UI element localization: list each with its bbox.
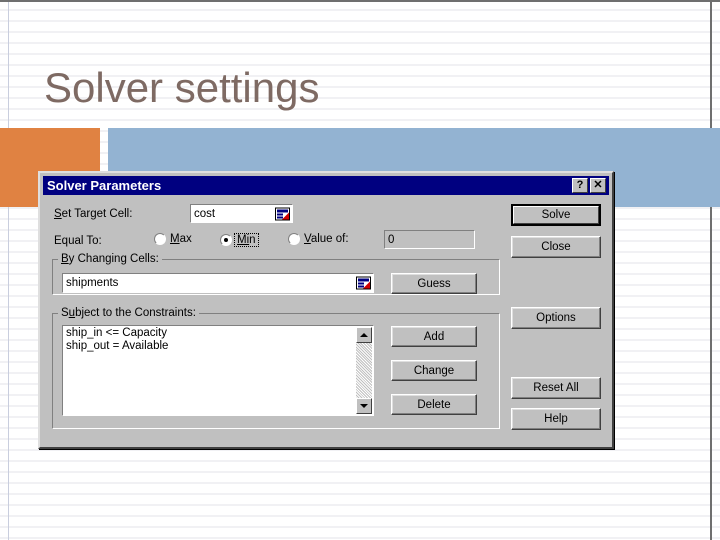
- constraints-group-label: Subject to the Constraints:: [58, 307, 199, 319]
- right-vertical-rule-top: [710, 2, 712, 128]
- equal-to-label: Equal To:: [54, 235, 102, 247]
- list-item[interactable]: ship_in <= Capacity: [66, 327, 373, 339]
- constraints-scrollbar[interactable]: [356, 327, 372, 414]
- radio-min-label: Min: [234, 233, 259, 247]
- range-selector-icon[interactable]: [275, 207, 290, 220]
- changing-cells-value: shipments: [66, 277, 119, 289]
- left-vertical-rule-bottom: [8, 207, 9, 540]
- value-of-value: 0: [388, 233, 395, 246]
- options-button-label: Options: [536, 312, 576, 324]
- value-of-input[interactable]: 0: [384, 230, 475, 249]
- radio-value-of-label: Value of:: [304, 233, 349, 245]
- top-border-rule: [0, 0, 720, 2]
- help-button[interactable]: Help: [511, 408, 601, 430]
- add-constraint-button[interactable]: Add: [391, 326, 477, 347]
- reset-all-button-label: Reset All: [533, 382, 579, 394]
- delete-button-label: Delete: [417, 398, 451, 411]
- solve-button[interactable]: Solve: [511, 204, 601, 226]
- reset-all-button[interactable]: Reset All: [511, 377, 601, 399]
- solve-button-label: Solve: [541, 209, 571, 221]
- delete-constraint-button[interactable]: Delete: [391, 394, 477, 415]
- options-button[interactable]: Options: [511, 307, 601, 329]
- changing-cells-input[interactable]: shipments: [62, 273, 374, 293]
- help-icon[interactable]: ?: [572, 178, 588, 193]
- guess-button[interactable]: Guess: [391, 273, 477, 294]
- right-vertical-rule-bottom: [710, 207, 712, 540]
- close-button-label: Close: [541, 241, 571, 253]
- triangle-down-icon[interactable]: [356, 398, 372, 414]
- left-vertical-rule-top: [8, 2, 9, 128]
- help-button-label: Help: [544, 413, 568, 425]
- triangle-up-icon[interactable]: [356, 327, 372, 343]
- radio-value-of-indicator[interactable]: [288, 233, 300, 245]
- page-title: Solver settings: [44, 64, 320, 111]
- target-cell-value: cost: [194, 207, 216, 220]
- list-item[interactable]: ship_out = Available: [66, 340, 373, 352]
- dialog-title: Solver Parameters: [47, 178, 162, 193]
- set-target-cell-label: Set Target Cell:: [54, 208, 133, 220]
- solver-parameters-dialog: Solver Parameters ? ✕ Set Target Cell: c…: [38, 171, 614, 449]
- radio-max-label: Max: [170, 233, 192, 245]
- slide-canvas: Solver settings Solver Parameters ? ✕ Se…: [0, 0, 720, 540]
- close-button[interactable]: Close: [511, 236, 601, 258]
- radio-max[interactable]: Max: [154, 233, 192, 245]
- radio-max-indicator[interactable]: [154, 233, 166, 245]
- change-button-label: Change: [413, 364, 455, 377]
- range-selector-icon[interactable]: [356, 276, 371, 290]
- constraints-listbox[interactable]: ship_in <= Capacity ship_out = Available: [62, 325, 374, 416]
- add-button-label: Add: [423, 330, 445, 343]
- radio-value-of[interactable]: Value of:: [288, 233, 349, 245]
- guess-button-label: Guess: [417, 277, 451, 290]
- changing-cells-group-label: By Changing Cells:: [58, 253, 162, 265]
- change-constraint-button[interactable]: Change: [391, 360, 477, 381]
- radio-min-indicator[interactable]: [220, 234, 232, 246]
- dialog-titlebar[interactable]: Solver Parameters ? ✕: [43, 176, 609, 195]
- close-icon[interactable]: ✕: [590, 178, 606, 193]
- target-cell-input[interactable]: cost: [190, 204, 293, 223]
- radio-min[interactable]: Min: [220, 233, 259, 247]
